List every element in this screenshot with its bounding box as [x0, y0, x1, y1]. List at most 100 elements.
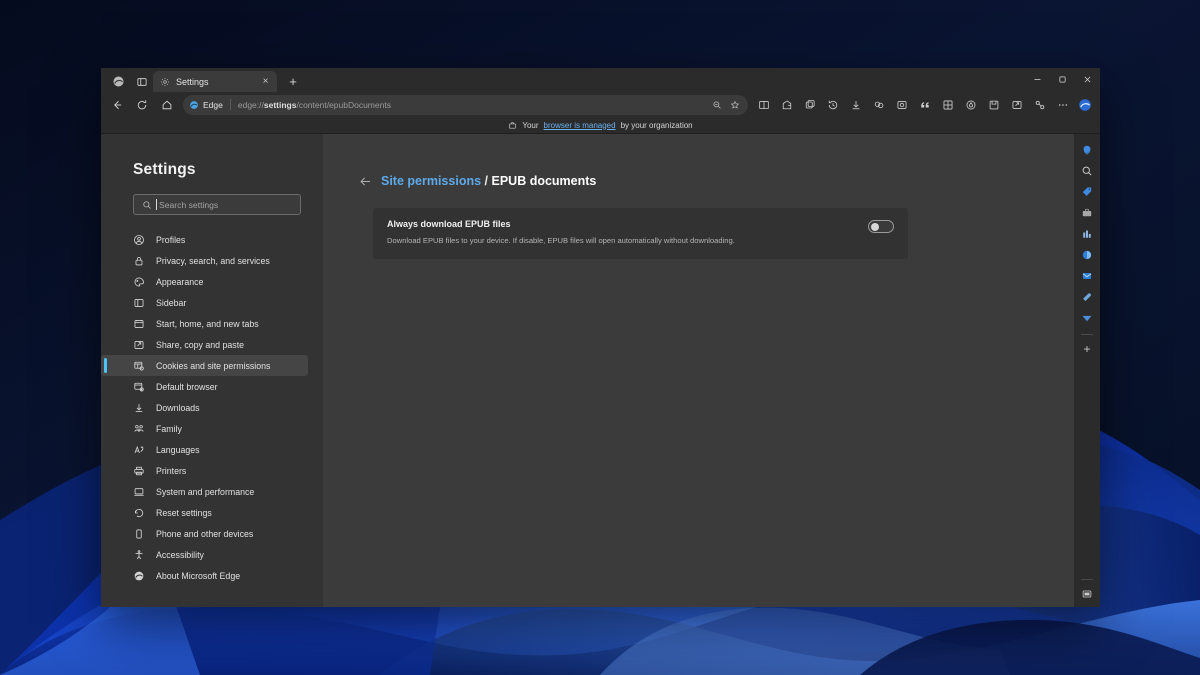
omnibox-actions [708, 96, 744, 114]
shopping-tag-icon[interactable] [1077, 182, 1097, 202]
tab-actions-icon[interactable] [131, 71, 153, 92]
sidebar-item-sidebar[interactable]: Sidebar [101, 292, 308, 313]
window-controls [1025, 68, 1100, 90]
games-icon[interactable] [1077, 224, 1097, 244]
sidebar-item-accessibility[interactable]: Accessibility [101, 544, 308, 565]
breadcrumb: Site permissions / EPUB documents [323, 174, 1074, 188]
sidebar-item-privacy-search-and-services[interactable]: Privacy, search, and services [101, 250, 308, 271]
system-icon [133, 486, 145, 498]
sidebar-item-start-home-and-new-tabs[interactable]: Start, home, and new tabs [101, 313, 308, 334]
sidebar-item-label: Default browser [156, 382, 218, 392]
browser-essentials-icon[interactable] [1077, 584, 1097, 604]
sidebar-item-family[interactable]: Family [101, 418, 308, 439]
breadcrumb-parent-link[interactable]: Site permissions [381, 174, 481, 188]
sidebar-item-label: Share, copy and paste [156, 340, 244, 350]
browser-essentials-icon[interactable] [867, 94, 890, 115]
edge-badge: Edge [189, 100, 223, 110]
office-icon[interactable] [1077, 245, 1097, 265]
refresh-icon[interactable] [129, 94, 154, 115]
new-tab-button[interactable]: + [282, 71, 304, 92]
history-icon[interactable] [821, 94, 844, 115]
save-icon[interactable] [982, 94, 1005, 115]
split-screen-icon[interactable] [752, 94, 775, 115]
quote-icon[interactable] [913, 94, 936, 115]
search-icon[interactable] [1077, 161, 1097, 181]
settings-page: Settings Search settings Profiles [101, 134, 1100, 607]
outlook-icon[interactable] [1077, 266, 1097, 286]
url-input[interactable]: Edge edge://settings/content/epubDocumen… [183, 95, 748, 115]
share-icon[interactable] [1005, 94, 1028, 115]
address-bar: Edge edge://settings/content/epubDocumen… [101, 92, 1100, 117]
tab-strip: Settings × + [101, 68, 1100, 92]
sidebar-settings-icon[interactable] [1077, 605, 1097, 607]
sidebar-item-label: Printers [156, 466, 186, 476]
more-icon[interactable] [1051, 94, 1074, 115]
sidebar-item-label: Reset settings [156, 508, 212, 518]
cookies-icon [133, 360, 145, 372]
settings-gear-icon [160, 77, 170, 87]
edge-logo-icon [189, 100, 199, 110]
sidebar-item-phone-and-other-devices[interactable]: Phone and other devices [101, 523, 308, 544]
search-settings-input[interactable]: Search settings [133, 194, 301, 215]
accessibility-icon [133, 549, 145, 561]
copilot-icon[interactable] [798, 94, 821, 115]
briefcase-icon [508, 121, 517, 130]
browser-toolbar [752, 94, 1096, 115]
sidebar-item-cookies-and-site-permissions[interactable]: Cookies and site permissions [101, 355, 308, 376]
drop-icon[interactable] [1077, 287, 1097, 307]
search-icon [142, 200, 152, 210]
paper-plane-icon[interactable] [1077, 308, 1097, 328]
sidebar-item-downloads[interactable]: Downloads [101, 397, 308, 418]
add-sidebar-app-button[interactable]: + [1077, 339, 1097, 359]
maximize-button[interactable] [1050, 68, 1075, 90]
back-arrow-icon[interactable] [104, 94, 129, 115]
screenshot-icon[interactable] [890, 94, 913, 115]
drop-icon[interactable] [959, 94, 982, 115]
sidebar-item-label: Languages [156, 445, 200, 455]
sidebar-item-languages[interactable]: Languages [101, 439, 308, 460]
sidebar-item-share-copy-and-paste[interactable]: Share, copy and paste [101, 334, 308, 355]
sidebar-divider-bottom [1081, 579, 1093, 580]
sidebar-item-label: Downloads [156, 403, 200, 413]
sidebar-item-label: Family [156, 424, 182, 434]
settings-nav-list: Profiles Privacy, search, and services A… [101, 229, 323, 586]
downloads-icon[interactable] [844, 94, 867, 115]
star-icon[interactable] [726, 96, 744, 114]
sidebar-item-label: Phone and other devices [156, 529, 253, 539]
managed-browser-banner: Your browser is managed by your organiza… [101, 117, 1100, 134]
copilot-profile-icon[interactable] [1074, 94, 1096, 115]
page-title: Settings [101, 161, 323, 179]
managed-link[interactable]: browser is managed [544, 121, 616, 130]
printer-icon [133, 465, 145, 477]
url-prefix: edge:// [238, 100, 264, 110]
browser-window: Settings × + [101, 68, 1100, 607]
extensions-icon[interactable] [1028, 94, 1051, 115]
close-button[interactable] [1075, 68, 1100, 90]
sidebar-item-system-and-performance[interactable]: System and performance [101, 481, 308, 502]
sidebar-item-reset-settings[interactable]: Reset settings [101, 502, 308, 523]
grid-icon[interactable] [936, 94, 959, 115]
sidebar-item-label: Cookies and site permissions [156, 361, 270, 371]
downloads-icon [133, 402, 145, 414]
sidebar-item-profiles[interactable]: Profiles [101, 229, 308, 250]
tab-title: Settings [176, 77, 253, 87]
home-icon[interactable] [154, 94, 179, 115]
url-path: /content/epubDocuments [296, 100, 391, 110]
sidebar-item-printers[interactable]: Printers [101, 460, 308, 481]
back-arrow-icon[interactable] [359, 175, 372, 188]
close-tab-icon[interactable]: × [259, 75, 272, 88]
start-home-icon [133, 318, 145, 330]
sidebar-item-about-microsoft-edge[interactable]: About Microsoft Edge [101, 565, 308, 586]
omnibox-divider [230, 99, 231, 110]
sidebar-item-appearance[interactable]: Appearance [101, 271, 308, 292]
sidebar-item-default-browser[interactable]: Default browser [101, 376, 308, 397]
toggle-knob [871, 223, 879, 231]
copilot-icon[interactable] [1077, 140, 1097, 160]
setting-title: Always download EPUB files [387, 219, 735, 229]
zoom-icon[interactable] [708, 96, 726, 114]
collections-icon[interactable] [775, 94, 798, 115]
always-download-epub-toggle[interactable] [868, 220, 894, 233]
tools-icon[interactable] [1077, 203, 1097, 223]
minimize-button[interactable] [1025, 68, 1050, 90]
browser-tab[interactable]: Settings × [153, 71, 277, 92]
